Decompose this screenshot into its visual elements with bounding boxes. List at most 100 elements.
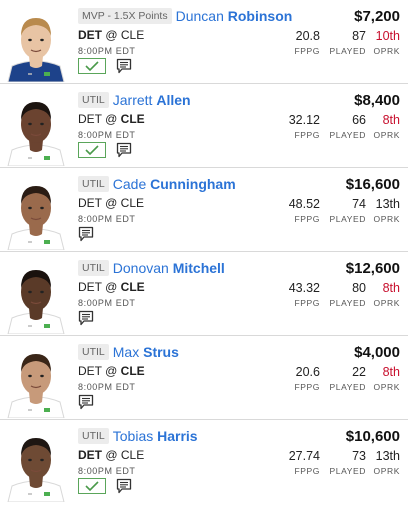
played-value: 73 <box>352 449 366 463</box>
fppg-label: FPPG <box>294 382 320 392</box>
player-last-name[interactable]: Mitchell <box>173 260 225 276</box>
checkmark-icon[interactable] <box>78 58 106 74</box>
fppg-label: FPPG <box>294 298 320 308</box>
roster-slot-badge: UTIL <box>78 92 109 108</box>
matchup: DET @ CLE <box>78 448 144 462</box>
row-actions <box>78 394 94 410</box>
game-time: 8:00PM EDT <box>78 382 136 392</box>
row-actions <box>78 478 132 494</box>
game-time: 8:00PM EDT <box>78 130 136 140</box>
team-abbr: DET <box>78 448 102 462</box>
player-first-name[interactable]: Duncan <box>176 8 224 24</box>
note-icon[interactable] <box>116 142 132 158</box>
team-abbr: DET <box>78 112 102 126</box>
stat-oprk: 13th OPRK <box>372 196 401 224</box>
played-value: 22 <box>352 365 366 379</box>
stat-fppg: 48.52 FPPG <box>272 196 320 224</box>
note-icon[interactable] <box>78 310 94 326</box>
player-row[interactable]: UTIL Jarrett Allen $8,400 DET @ CLE 8:00… <box>0 84 408 168</box>
player-stats: 27.74 FPPG 73 PLAYED 13th OPRK <box>266 448 400 476</box>
player-stats: 20.6 FPPG 22 PLAYED 8th OPRK <box>266 364 400 392</box>
player-first-name[interactable]: Cade <box>113 176 146 192</box>
stat-played: 87 PLAYED <box>326 28 366 56</box>
played-label: PLAYED <box>329 382 366 392</box>
oprk-value: 13th <box>375 197 400 211</box>
note-icon[interactable] <box>78 226 94 242</box>
matchup-at: @ <box>105 28 118 42</box>
player-row[interactable]: UTIL Cade Cunningham $16,600 DET @ CLE 8… <box>0 168 408 252</box>
stat-played: 22 PLAYED <box>326 364 366 392</box>
played-label: PLAYED <box>329 46 366 56</box>
player-headshot <box>2 88 70 166</box>
player-first-name[interactable]: Tobias <box>113 428 153 444</box>
roster-slot-badge: UTIL <box>78 344 109 360</box>
player-first-name[interactable]: Jarrett <box>113 92 153 108</box>
player-salary: $12,600 <box>345 259 400 277</box>
checkmark-icon[interactable] <box>78 142 106 158</box>
stat-played: 73 PLAYED <box>326 448 366 476</box>
stat-oprk: 8th OPRK <box>372 280 401 308</box>
player-last-name[interactable]: Allen <box>156 92 190 108</box>
roster-slot-badge: MVP - 1.5X Points <box>78 8 172 24</box>
stat-oprk: 8th OPRK <box>372 364 401 392</box>
stat-fppg: 27.74 FPPG <box>272 448 320 476</box>
game-time: 8:00PM EDT <box>78 214 136 224</box>
note-icon[interactable] <box>116 478 132 494</box>
player-headshot <box>2 4 70 82</box>
player-last-name[interactable]: Harris <box>157 428 197 444</box>
oprk-label: OPRK <box>373 46 400 56</box>
stat-oprk: 8th OPRK <box>372 112 401 140</box>
player-headshot <box>2 340 70 418</box>
player-first-name[interactable]: Donovan <box>113 260 169 276</box>
player-stats: 48.52 FPPG 74 PLAYED 13th OPRK <box>266 196 400 224</box>
player-name[interactable]: Jarrett Allen <box>113 92 191 108</box>
game-time: 8:00PM EDT <box>78 466 136 476</box>
team-abbr: DET <box>78 280 102 294</box>
row-actions <box>78 310 94 326</box>
fppg-value: 20.6 <box>295 365 320 379</box>
oprk-label: OPRK <box>373 130 400 140</box>
player-headshot <box>2 172 70 250</box>
player-last-name[interactable]: Robinson <box>228 8 293 24</box>
played-label: PLAYED <box>329 298 366 308</box>
note-icon[interactable] <box>116 58 132 74</box>
player-name[interactable]: Max Strus <box>113 344 179 360</box>
fppg-value: 48.52 <box>288 197 320 211</box>
oprk-label: OPRK <box>373 214 400 224</box>
player-last-name[interactable]: Strus <box>143 344 179 360</box>
checkmark-icon[interactable] <box>78 478 106 494</box>
played-label: PLAYED <box>329 466 366 476</box>
fppg-value: 20.8 <box>295 29 320 43</box>
player-name[interactable]: Tobias Harris <box>113 428 198 444</box>
matchup: DET @ CLE <box>78 364 145 378</box>
team-abbr: DET <box>78 28 102 42</box>
oprk-value: 8th <box>382 281 400 295</box>
player-name[interactable]: Duncan Robinson <box>176 8 293 24</box>
oprk-value: 8th <box>382 365 400 379</box>
fppg-value: 27.74 <box>288 449 320 463</box>
player-name[interactable]: Cade Cunningham <box>113 176 236 192</box>
matchup: DET @ CLE <box>78 112 145 126</box>
player-stats: 43.32 FPPG 80 PLAYED 8th OPRK <box>266 280 400 308</box>
fppg-label: FPPG <box>294 214 320 224</box>
played-value: 87 <box>352 29 366 43</box>
matchup: DET @ CLE <box>78 280 145 294</box>
player-row[interactable]: UTIL Tobias Harris $10,600 DET @ CLE 8:0… <box>0 420 408 504</box>
player-row[interactable]: MVP - 1.5X Points Duncan Robinson $7,200… <box>0 0 408 84</box>
game-time: 8:00PM EDT <box>78 298 136 308</box>
stat-oprk: 10th OPRK <box>372 28 401 56</box>
player-list: MVP - 1.5X Points Duncan Robinson $7,200… <box>0 0 408 504</box>
oprk-value: 8th <box>382 113 400 127</box>
player-name[interactable]: Donovan Mitchell <box>113 260 225 276</box>
player-salary: $8,400 <box>354 91 400 109</box>
opponent-abbr: CLE <box>120 112 145 126</box>
player-first-name[interactable]: Max <box>113 344 139 360</box>
fppg-label: FPPG <box>294 46 320 56</box>
note-icon[interactable] <box>78 394 94 410</box>
row-actions <box>78 142 132 158</box>
player-last-name[interactable]: Cunningham <box>150 176 236 192</box>
stat-played: 66 PLAYED <box>326 112 366 140</box>
player-row[interactable]: UTIL Max Strus $4,000 DET @ CLE 8:00PM E… <box>0 336 408 420</box>
player-row[interactable]: UTIL Donovan Mitchell $12,600 DET @ CLE … <box>0 252 408 336</box>
played-label: PLAYED <box>329 130 366 140</box>
